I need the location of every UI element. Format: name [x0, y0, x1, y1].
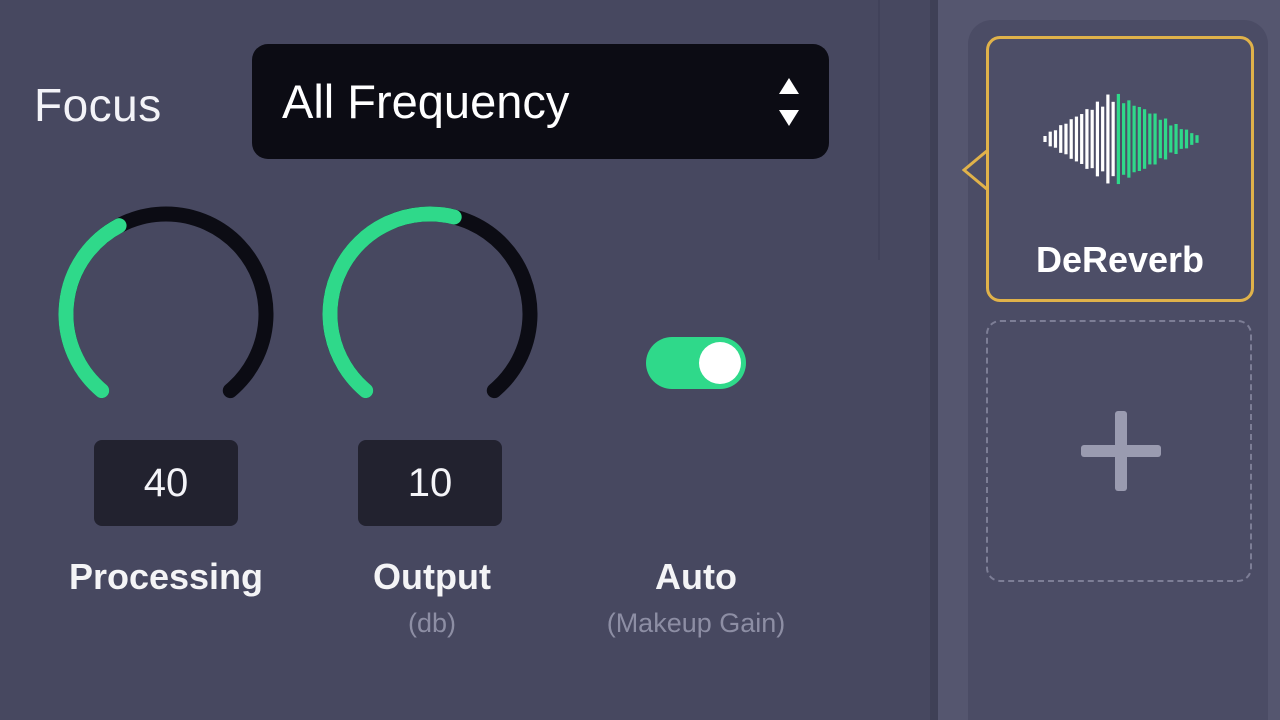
- waveform-bar: [1169, 125, 1173, 153]
- auto-label: Auto: [655, 556, 737, 597]
- effect-settings-panel: Focus All Frequency 40 Processing 10 Out…: [0, 0, 930, 720]
- plugin-window: Focus All Frequency 40 Processing 10 Out…: [0, 0, 1280, 720]
- waveform-bar: [1043, 136, 1047, 142]
- knob-level-arc: [58, 218, 127, 399]
- waveform-bar: [1095, 101, 1100, 177]
- waveform-bar: [1190, 133, 1194, 145]
- waveform-bar: [1053, 130, 1058, 148]
- focus-label: Focus: [34, 79, 162, 131]
- output-unit-label: (db): [407, 608, 456, 638]
- output-value-field[interactable]: 10: [358, 440, 502, 526]
- waveform-bar: [1064, 123, 1068, 155]
- waveform-bar: [1195, 135, 1199, 143]
- sidebar-separator: [930, 0, 938, 720]
- auto-makeup-gain-toggle[interactable]: [646, 337, 746, 389]
- waveform-bar: [1122, 103, 1126, 175]
- processing-label: Processing: [68, 556, 264, 597]
- waveform-bar: [1158, 119, 1162, 159]
- processing-knob-dial: [58, 206, 274, 399]
- waveform-bar: [1184, 129, 1189, 149]
- select-arrows-icon: [779, 78, 799, 126]
- waveform-bar: [1142, 109, 1147, 169]
- output-label: Output: [373, 556, 491, 597]
- waveform-bar: [1153, 113, 1157, 165]
- processing-knob[interactable]: [50, 198, 282, 430]
- waveform-bar: [1111, 101, 1115, 177]
- waveform-bar: [1048, 131, 1052, 147]
- divider: [878, 0, 880, 260]
- waveform-bar: [1116, 93, 1120, 185]
- waveform-bar: [1080, 114, 1084, 164]
- focus-select[interactable]: All Frequency: [252, 44, 829, 159]
- waveform-icon: [1043, 93, 1199, 185]
- waveform-bar: [1085, 109, 1089, 169]
- waveform-bar: [1163, 118, 1168, 160]
- add-effect-button[interactable]: [986, 320, 1252, 582]
- waveform-bar: [1059, 125, 1063, 153]
- waveform-bar: [1137, 106, 1141, 172]
- waveform-bar: [1148, 113, 1152, 165]
- makeup-gain-label: (Makeup Gain): [606, 608, 786, 638]
- waveform-bar: [1127, 100, 1131, 178]
- waveform-bar: [1132, 105, 1136, 173]
- output-knob[interactable]: [314, 198, 546, 430]
- waveform-bar: [1074, 116, 1079, 162]
- toggle-thumb: [699, 342, 741, 384]
- waveform-bar: [1069, 119, 1073, 159]
- effect-card-dereverb[interactable]: DeReverb: [986, 36, 1254, 302]
- processing-value-field[interactable]: 40: [94, 440, 238, 526]
- knob-level-arc: [322, 206, 462, 399]
- waveform-bar: [1090, 109, 1094, 169]
- waveform-bar: [1106, 94, 1110, 184]
- waveform-bar: [1174, 123, 1178, 155]
- effect-card-label: DeReverb: [1035, 239, 1205, 280]
- focus-select-value: All Frequency: [282, 75, 570, 128]
- output-knob-dial: [322, 206, 538, 399]
- waveform-bar: [1101, 106, 1105, 172]
- waveform-bar: [1179, 129, 1183, 149]
- plus-icon: [1081, 411, 1161, 491]
